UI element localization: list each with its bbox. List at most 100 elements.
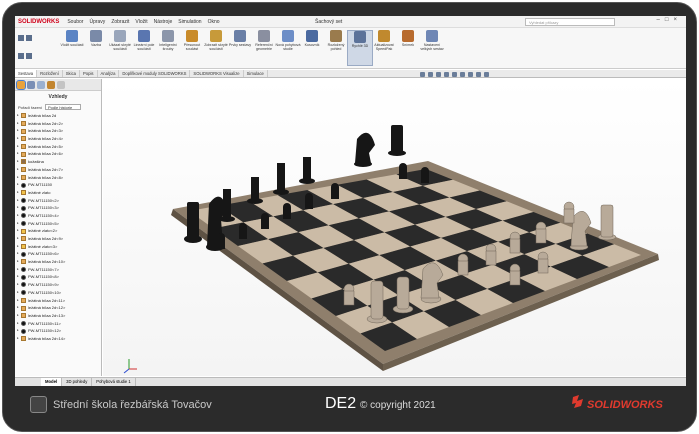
menu-nastroje[interactable]: Nástroje [154,19,173,25]
menu-simulation[interactable]: Simulation [178,19,201,25]
hide-show-icon[interactable] [460,71,465,77]
view-orientation-icon[interactable] [444,71,449,77]
tree-item-label: ležátná bílaa 2d<12> [28,305,66,311]
command-tab[interactable]: Skica [63,70,81,77]
tree-item[interactable]: ▸ ležátné zlato<2> [17,227,101,235]
tree-item[interactable]: ▸ PW-MT11150<11> [17,320,101,328]
ribbon-button-label: Inteligentní šrouby [159,43,177,51]
tree-item[interactable]: ▸ PW-MT11150<10> [17,289,101,297]
appearance-swatch-icon [21,197,26,203]
sort-select[interactable]: Podle historie [45,104,82,110]
zoom-area-icon[interactable] [428,71,433,77]
edit-appearance-icon[interactable] [468,71,473,77]
ribbon-button[interactable]: Lineární pole součásti [131,30,157,51]
tree-item[interactable]: ▸ ležátná bílaa 2d [17,112,101,120]
new-icon[interactable] [18,35,24,41]
menu-okno[interactable]: Okno [208,19,220,25]
feature-manager-icon[interactable] [27,80,35,89]
tree-item[interactable]: ▸ ležátná bílaa 2d<7> [17,166,101,174]
sort-label: Pořadí řazení [18,104,43,110]
tree-item[interactable]: ▸ PW-MT11150<3> [17,204,101,212]
command-tab[interactable]: Popis [80,70,98,77]
school-name: Střední škola řezbářská Tovačov [53,399,212,411]
appearance-swatch-icon [21,136,26,142]
tree-item[interactable]: ▸ PW-MT11150<2> [17,197,101,205]
display-style-icon[interactable] [452,71,457,77]
tree-item[interactable]: ▸ PW-MT11150<5> [17,220,101,228]
ribbon-button[interactable]: Aktualizovat SpeedPak [371,30,397,51]
dark-bishop [223,189,231,219]
tree-item[interactable]: ▸ PW-MT11150<9> [17,281,101,289]
appearance-swatch-icon [21,251,26,257]
command-tab[interactable]: Analýza [98,70,120,77]
ribbon-button[interactable]: Zobrazit skryté součásti [203,30,229,51]
command-tab[interactable]: Sestava [15,70,38,77]
open-icon[interactable] [26,35,32,41]
ribbon-button[interactable]: Nastavení velkých sestav [419,30,445,51]
view-settings-icon[interactable] [484,71,489,77]
tree-item[interactable]: ▸ ležátná bílaa 2d<2> [17,120,101,128]
ribbon-button[interactable]: Rozložený pohled [323,30,349,51]
scene-icon[interactable] [476,71,481,77]
zoom-icon[interactable] [420,71,425,77]
ribbon-command-icon [138,30,150,42]
ribbon-button[interactable]: Prvky sestavy [227,30,253,47]
search-input[interactable]: Vyhledat příkazy [525,18,615,26]
display-manager-icon[interactable] [57,80,65,89]
tree-item[interactable]: ▸ ležátná bílaa 2d<9> [17,235,101,243]
save-icon[interactable] [18,53,24,59]
ribbon-command-icon [66,30,78,42]
section-view-icon[interactable] [436,71,441,77]
command-tab[interactable]: SOLIDWORKS Visualize [190,70,244,77]
graphics-area[interactable] [103,79,686,376]
tree-item[interactable]: ▸ ležátná bílaa 2d<13> [17,312,101,320]
menu-vlozit[interactable]: Vložit [135,19,147,25]
tree-item[interactable]: ▸ ležátná bílaa 2d<8> [17,174,101,182]
command-tab[interactable]: Simulace [244,70,268,77]
menu-soubor[interactable]: Soubor [67,19,83,25]
tree-item[interactable]: ▸ PW-MT11150<7> [17,266,101,274]
bottom-tab[interactable]: 3D pohledy [62,378,93,386]
tree-item[interactable]: ▸ PW-MT11150 [17,181,101,189]
bottom-tab[interactable]: Pohybová studie 1 [92,378,136,386]
tree-item-label: ležátná bílaa 2d<5> [28,143,64,149]
tree-item[interactable]: ▸ PW-MT11150<4> [17,212,101,220]
tree-item[interactable]: ▸ ležátná bílaa 2d<5> [17,143,101,151]
command-tab[interactable]: Rozložení [37,70,63,77]
command-tab[interactable]: Doplňkové moduly SOLIDWORKS [119,70,191,77]
tree-item[interactable]: ▸ ležátná bílaa 2d<14> [17,335,101,343]
menu-upravy[interactable]: Úpravy [89,19,105,25]
window-controls[interactable]: –□× [657,17,682,23]
ribbon-button[interactable]: Vazba [83,30,109,47]
tree-item-label: PW-MT11150<7> [28,266,59,272]
tree-item[interactable]: ▸ ležátná bílaa 2d<3> [17,127,101,135]
tree-item[interactable]: ▸ PW-MT11150<12> [17,327,101,335]
tree-item[interactable]: ▸ PW-MT11150<8> [17,273,101,281]
appearance-swatch-icon [21,213,26,219]
ribbon-button[interactable]: Referenční geometrie [251,30,277,51]
tree-item[interactable]: ▸ kožašina [17,158,101,166]
appearance-manager-icon[interactable] [16,79,26,90]
tree-item[interactable]: ▸ ležátná bílaa 2d<11> [17,297,101,305]
tree-item[interactable]: ▸ ležátná bílaa 2d<12> [17,304,101,312]
ribbon-button[interactable]: Rychlé 3D [347,30,373,66]
ribbon-button[interactable]: Přesunout součást [179,30,205,51]
ribbon-button[interactable]: Inteligentní šrouby [155,30,181,51]
menu-zobrazit[interactable]: Zobrazit [111,19,129,25]
tree-item[interactable]: ▸ ležátná bílaa 2d<6> [17,150,101,158]
ribbon-button[interactable]: Snímek [395,30,421,47]
ribbon-button[interactable]: Kusovník [299,30,325,47]
tree-item[interactable]: ▸ PW-MT11150<6> [17,250,101,258]
print-icon[interactable] [26,53,32,59]
ribbon-button[interactable]: Vložit součásti [59,30,85,47]
config-manager-icon[interactable] [47,80,55,89]
tree-item[interactable]: ▸ ležátné zlato<3> [17,243,101,251]
ribbon-command-icon [426,30,438,42]
tree-item[interactable]: ▸ ležátná bílaa 2d<10> [17,258,101,266]
property-manager-icon[interactable] [37,80,45,89]
ribbon-button[interactable]: Nová pohybová studie [275,30,301,51]
tree-item[interactable]: ▸ ležátná bílaa 2d<4> [17,135,101,143]
ribbon-button[interactable]: Ukázat skryté součásti [107,30,133,51]
bottom-tab[interactable]: Model [41,378,63,386]
tree-item[interactable]: ▸ ležátné zlato [17,189,101,197]
